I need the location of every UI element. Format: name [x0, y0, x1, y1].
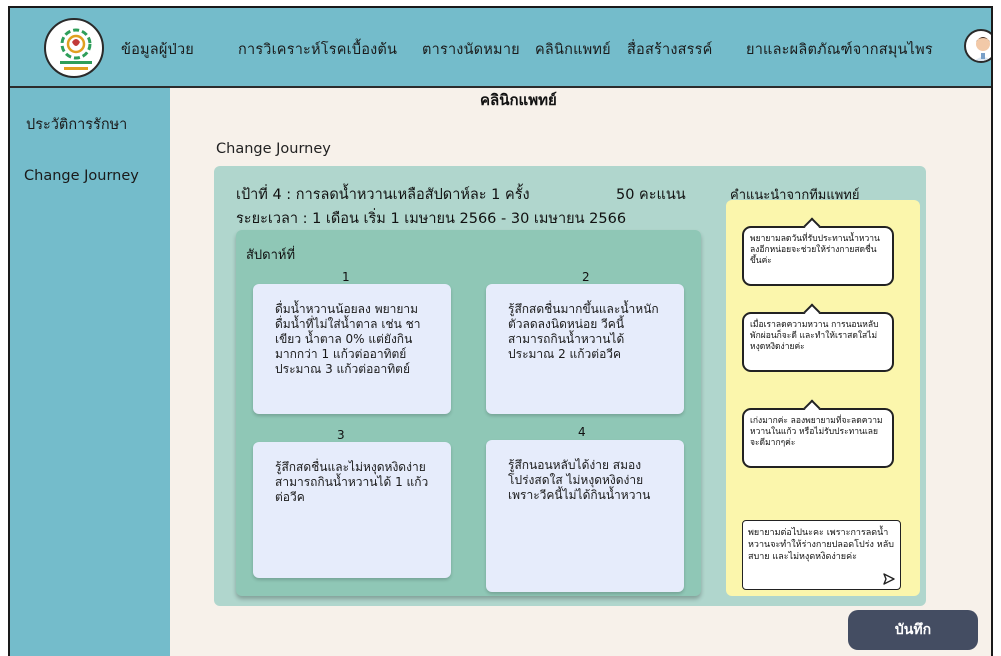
nav-creative-media[interactable]: สื่อสร้างสรรค์ — [627, 38, 713, 61]
advice-bubble: เมื่อเราลดความหวาน การนอนหลับพักผ่อนก็จะ… — [742, 303, 894, 372]
page-title: คลินิกแพทย์ — [480, 91, 557, 109]
week-card: รู้สึกนอนหลับได้ง่าย สมองโปร่งสดใส ไม่หง… — [486, 440, 684, 592]
nav-appointment-schedule[interactable]: ตารางนัดหมาย — [422, 38, 520, 61]
week-number: 3 — [337, 428, 345, 442]
nav-patient-info[interactable]: ข้อมูลผู้ป่วย — [121, 38, 194, 61]
send-icon[interactable] — [882, 572, 896, 586]
week-number: 4 — [578, 425, 586, 439]
nav-preliminary-diagnosis[interactable]: การวิเคราะห์โรคเบื้องต้น — [238, 38, 397, 61]
period-text: ระยะเวลา : 1 เดือน เริ่ม 1 เมษายน 2566 -… — [236, 211, 627, 227]
week-card: ดื่มน้ำหวานน้อยลง พยายามดื่มน้ำที่ไม่ใส่… — [253, 284, 451, 414]
sidebar: ประวัติการรักษา Change Journey — [10, 88, 170, 656]
week-card-text: รู้สึกสดชื่นมากขึ้นและน้ำหนักตัวลดลงนิดห… — [508, 302, 659, 361]
points-badge: 50 คะแนน — [616, 187, 686, 203]
nav-herbal-products[interactable]: ยาและผลิตภัณฑ์จากสมุนไพร — [746, 38, 933, 61]
week-card-text: ดื่มน้ำหวานน้อยลง พยายามดื่มน้ำที่ไม่ใส่… — [275, 302, 421, 376]
advice-text: เมื่อเราลดความหวาน การนอนหลับพักผ่อนก็จะ… — [750, 320, 879, 352]
avatar[interactable] — [964, 29, 991, 63]
weeks-label: สัปดาห์ที่ — [246, 248, 296, 263]
sidebar-item-change-journey[interactable]: Change Journey — [24, 168, 139, 184]
advice-text: พยายามลดวันที่รับประทานน้ำหวานลงอีกหน่อย… — [750, 234, 880, 266]
reply-text: พยายามต่อไปนะคะ เพราะการลดน้ำหวานจะทำให้… — [748, 528, 894, 562]
section-title: Change Journey — [216, 141, 331, 157]
top-navbar: ข้อมูลผู้ป่วย การวิเคราะห์โรคเบื้องต้น ต… — [10, 8, 991, 88]
advice-text: เก่งมากค่ะ ลองพยายามที่จะลดความหวานในแก้… — [750, 416, 883, 448]
advice-bubble: เก่งมากค่ะ ลองพยายามที่จะลดความหวานในแก้… — [742, 399, 894, 468]
save-button[interactable]: บันทึก — [848, 610, 978, 650]
week-card-text: รู้สึกนอนหลับได้ง่าย สมองโปร่งสดใส ไม่หง… — [508, 458, 651, 502]
week-card: รู้สึกสดชื่นมากขึ้นและน้ำหนักตัวลดลงนิดห… — [486, 284, 684, 414]
nav-doctor-clinic[interactable]: คลินิกแพทย์ — [535, 38, 611, 61]
week-card: รู้สึกสดชื่นและไม่หงุดหงิดง่าย สามารถกิน… — [253, 442, 451, 578]
sidebar-item-treatment-history[interactable]: ประวัติการรักษา — [26, 113, 127, 136]
week-number: 1 — [342, 270, 350, 284]
logo-icon[interactable] — [44, 18, 104, 78]
goal-text: เป้าที่ 4 : การลดน้ำหวานเหลือสัปดาห์ละ 1… — [236, 187, 530, 203]
week-number: 2 — [582, 270, 590, 284]
advice-bubble: พยายามลดวันที่รับประทานน้ำหวานลงอีกหน่อย… — [742, 217, 894, 286]
week-card-text: รู้สึกสดชื่นและไม่หงุดหงิดง่าย สามารถกิน… — [275, 460, 429, 504]
advice-reply-input[interactable]: พยายามต่อไปนะคะ เพราะการลดน้ำหวานจะทำให้… — [742, 520, 901, 590]
